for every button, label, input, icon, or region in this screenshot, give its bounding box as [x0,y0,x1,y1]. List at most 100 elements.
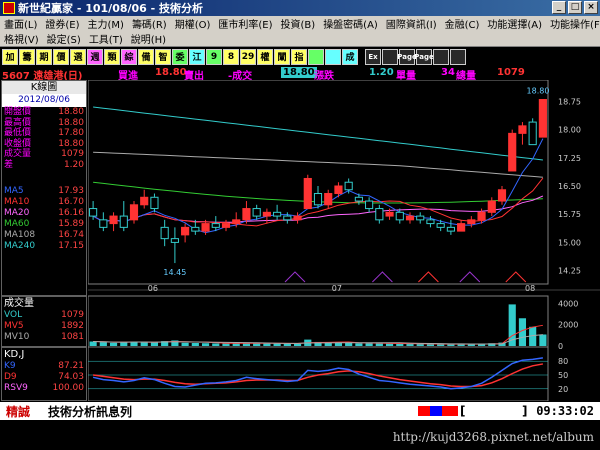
signal-marker [459,271,481,283]
ohlc-field-label: 差 [4,159,14,170]
toolbar-button-18[interactable] [308,48,324,65]
candle-body [109,215,118,225]
menu-item-7[interactable]: 操盤密碼(A) [319,16,382,31]
volume-bar [99,341,107,346]
ma-field-value: 16.74 [58,230,84,240]
toolbar-button-26[interactable] [450,48,466,65]
kd-field-label: K9 [4,361,16,371]
menu-item-10[interactable]: 功能選擇(A) [483,16,546,31]
window-title: 新世紀贏家 - 101/08/06 - 技術分析 [18,2,204,15]
toolbar-button-15[interactable]: 權 [257,48,273,65]
menu-item-0[interactable]: 畫面(L) [0,16,41,31]
toolbar-button-5[interactable]: 週 [87,48,103,65]
toolbar-button-8[interactable]: 備 [138,48,154,65]
chart-area[interactable]: 18.75 18.00 17.25 16.50 15.75 15.00 14.25 06 07 0… [87,79,600,402]
volume-bar [406,343,414,346]
news-ticker-label[interactable]: 技術分析訊息列 [48,403,132,420]
kd-info-panel: KD,J K9 87.21 D9 74.03 RSV9 100.00 [1,347,87,401]
volume-bar [396,343,404,346]
watermark-url: http://kujd3268.pixnet.net/album [0,420,600,450]
volume-info-panel: 成交量 VOL 1079 MV5 1892 MV10 1081 [1,296,87,347]
ma-field-label: MA5 [4,186,24,196]
toolbar-button-7[interactable]: 綜 [121,48,137,65]
ohlc-field-label: 最高價 [4,117,32,128]
vol-field-value: 1892 [61,321,84,331]
toolbar-button-19[interactable] [325,48,341,65]
toolbar-button-14[interactable]: 29 [240,48,256,65]
toolbar-button-12[interactable]: 9 [206,48,222,65]
kd-field-0: K9 87.21 [2,361,86,372]
toolbar-button-11[interactable]: 江 [189,48,205,65]
toolbar-button-22[interactable] [382,48,398,65]
menu-item-9[interactable]: 金融(C) [441,16,484,31]
toolbar-button-24[interactable]: Page [414,48,434,65]
candle-body [487,200,496,213]
kd-field-1: D9 74.03 [2,372,86,383]
toolbar-button-13[interactable]: 8 [223,48,239,65]
menu-item-8[interactable]: 國際資訊(I) [382,16,441,31]
price-tick-label: 16.50 [558,182,581,191]
technical-chart[interactable]: 18.75 18.00 17.25 16.50 15.75 15.00 14.25 06 07 0… [87,79,600,402]
toolbar-button-3[interactable]: 價 [53,48,69,65]
toolbar-button-4[interactable]: 選 [70,48,86,65]
menu-item-11[interactable]: 功能操作(F) [546,16,600,31]
toolbar-button-0[interactable]: 加 [2,48,18,65]
toolbar-button-9[interactable]: 智 [155,48,171,65]
volume-bar [201,343,210,346]
menu-item-3[interactable]: 籌碼(R) [128,16,171,31]
toolbar-button-6[interactable]: 類 [104,48,120,65]
vol-field-label: MV10 [4,332,30,342]
ma-field-4: MA108 16.74 [2,230,86,241]
menu-item-secondary-2[interactable]: 工具(T) [85,31,127,46]
menu-item-6[interactable]: 投資(B) [277,16,320,31]
menu-item-5[interactable]: 匯市利率(E) [214,16,276,31]
menu-row-main: 畫面(L) 證券(E) 主力(M) 籌碼(R) 期權(O) 匯市利率(E) 投資(B) 操盤密… [0,16,600,31]
menu-item-secondary-1[interactable]: 設定(S) [43,31,85,46]
maximize-icon[interactable]: □ [568,1,582,14]
kd-panel-frame [87,346,549,402]
toolbar-button-1[interactable]: 籌 [19,48,35,65]
volume-bar [109,342,118,346]
candle-body [365,200,374,210]
toolbar-button-21[interactable]: Ex [365,48,381,65]
volume-tick-label: 0 [558,342,563,351]
minimize-icon[interactable]: _ [552,1,566,14]
toolbar-button-17[interactable]: 指 [291,48,307,65]
ma-field-value: 17.15 [58,241,84,251]
candle-body [242,208,251,221]
menu-item-2[interactable]: 主力(M) [84,16,128,31]
vol-field-label: MV5 [4,321,24,331]
menu-item-4[interactable]: 期權(O) [171,16,215,31]
menu-item-1[interactable]: 證券(E) [41,16,83,31]
candle-body [293,215,302,221]
toolbar-button-16[interactable]: 闡 [274,48,290,65]
candle-body [477,211,486,221]
toolbar-button-25[interactable] [433,48,449,65]
kd-tick-label: 50 [558,371,568,380]
date-tick-label: 08 [525,284,535,293]
toolbar-button-2[interactable]: 期 [36,48,52,65]
toolbar-button-10[interactable]: 委 [172,48,188,65]
toolbar-button-20[interactable]: 成 [342,48,358,65]
quote-row: 5607 遠雄港(日) 買進 18.80 賣出 -成交 18.80 漲跌 1.2… [0,66,600,82]
title-bar: 新世紀贏家 - 101/08/06 - 技術分析 _ □ × [0,0,600,16]
menu-bar: 畫面(L) 證券(E) 主力(M) 籌碼(R) 期權(O) 匯市利率(E) 投資(B) 操盤密… [0,16,600,46]
price-tick-label: 15.75 [558,210,581,219]
price-tick-label: 18.75 [558,97,581,106]
candle-body [518,125,527,134]
ohlc-field-label: 最低價 [4,128,32,138]
panel-header-kline[interactable]: K線圖 [2,81,86,94]
toolbar-button-23[interactable]: Page [397,48,417,65]
candle-body [303,177,312,210]
volume-tick-label: 2000 [558,321,578,330]
menu-item-secondary-3[interactable]: 說明(H) [127,31,170,46]
ma-field-0: MA5 17.93 [2,186,86,197]
close-icon[interactable]: × [584,1,598,14]
candle-body [150,196,159,210]
menu-item-secondary-0[interactable]: 格視(V) [0,31,43,46]
ohlc-field-value: 18.80 [58,138,84,149]
candle-body [99,219,108,228]
volume-panel-frame [87,295,549,348]
ohlc-field-value: 1.20 [63,159,84,170]
ma-fields: MA5 17.93 MA10 16.70 MA20 16.16 MA60 15.89 MA108… [2,186,86,252]
